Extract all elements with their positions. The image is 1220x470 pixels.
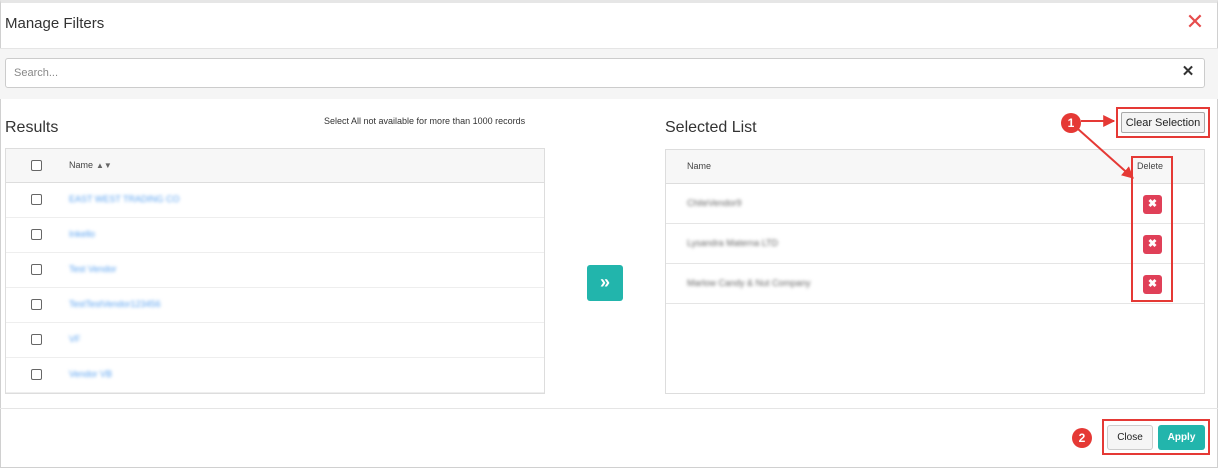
result-link[interactable]: VF	[69, 334, 81, 344]
table-row: VF	[6, 323, 544, 358]
delete-column-highlight	[1131, 156, 1173, 302]
selected-item-name: Marlow Candy & Nut Company	[687, 278, 811, 288]
row-checkbox[interactable]	[31, 299, 42, 310]
selected-row: Lysandra Materna LTD ✖	[666, 224, 1204, 264]
selected-name-column-label: Name	[687, 161, 712, 171]
selected-item-name: ChiteVendor9	[687, 198, 742, 208]
selected-row: Marlow Candy & Nut Company ✖	[666, 264, 1204, 304]
result-link[interactable]: EAST WEST TRADING CO	[69, 194, 180, 204]
double-chevron-right-icon: »	[599, 272, 610, 292]
result-link[interactable]: Test Vendor	[69, 264, 117, 274]
result-link[interactable]: Inkello	[69, 229, 95, 239]
result-link[interactable]: Vendor VB	[69, 369, 112, 379]
close-icon[interactable]: ✕	[1185, 11, 1205, 33]
result-link[interactable]: TestTestVendor123456	[69, 299, 161, 309]
results-table-header: Name ▲▼	[6, 149, 544, 183]
add-to-selected-button[interactable]: »	[587, 265, 623, 301]
selected-row: ChiteVendor9 ✖	[666, 184, 1204, 224]
name-column-header[interactable]: Name ▲▼	[69, 160, 112, 170]
annotation-marker-2: 2	[1072, 428, 1092, 448]
selected-item-name: Lysandra Materna LTD	[687, 238, 779, 248]
footer-divider	[0, 408, 1218, 409]
results-title: Results	[5, 119, 59, 136]
row-checkbox[interactable]	[31, 334, 42, 345]
row-checkbox[interactable]	[31, 264, 42, 275]
search-input[interactable]	[5, 58, 1205, 88]
select-all-checkbox[interactable]	[31, 160, 42, 171]
clear-selection-button[interactable]: Clear Selection	[1121, 112, 1205, 133]
table-row: Vendor VB	[6, 358, 544, 393]
table-row: Test Vendor	[6, 253, 544, 288]
name-column-label: Name	[69, 160, 94, 170]
row-checkbox[interactable]	[31, 194, 42, 205]
row-checkbox[interactable]	[31, 229, 42, 240]
dialog-header: Manage Filters ✕	[0, 0, 1218, 49]
selected-list-title: Selected List	[665, 119, 757, 136]
close-button[interactable]: Close	[1107, 425, 1153, 450]
selected-table: Name Delete ChiteVendor9 ✖ Lysandra Mate…	[665, 149, 1205, 394]
table-row: EAST WEST TRADING CO	[6, 183, 544, 218]
apply-button[interactable]: Apply	[1158, 425, 1205, 450]
search-clear-icon[interactable]: ✕	[1180, 64, 1196, 80]
row-checkbox[interactable]	[31, 369, 42, 380]
table-row: Inkello	[6, 218, 544, 253]
table-row: TestTestVendor123456	[6, 288, 544, 323]
annotation-marker-1: 1	[1061, 113, 1081, 133]
dialog-title: Manage Filters	[5, 15, 105, 32]
select-all-note: Select All not available for more than 1…	[324, 116, 526, 126]
sort-icon: ▲▼	[96, 161, 112, 170]
results-table: Name ▲▼ EAST WEST TRADING CO Inkello Test…	[5, 148, 545, 394]
selected-table-header: Name Delete	[666, 150, 1204, 184]
